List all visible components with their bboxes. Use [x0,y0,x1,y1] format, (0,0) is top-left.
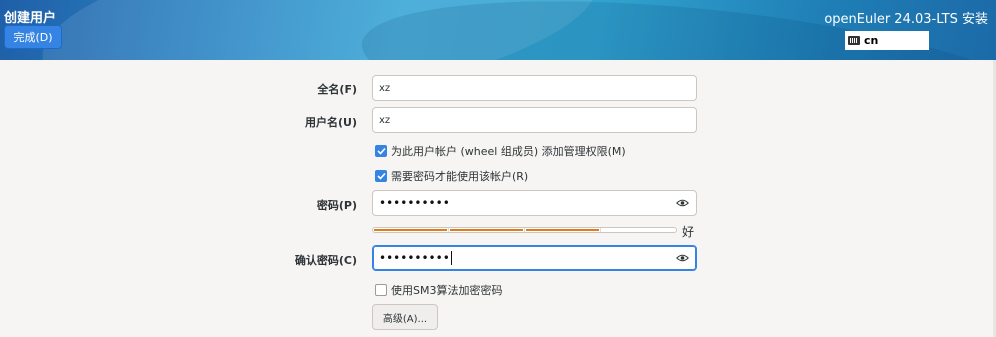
confirm-password-field[interactable]: •••••••••• [372,245,697,271]
admin-checkbox[interactable] [375,145,387,157]
require-password-checkbox-row[interactable]: 需要密码才能使用该帐户(R) [375,168,528,184]
sm3-checkbox[interactable] [375,284,387,296]
text-caret [450,251,452,265]
eye-icon[interactable] [676,253,689,263]
strength-segment [525,228,601,232]
username-value: xz [379,114,391,126]
username-label: 用户名(U) [305,116,357,129]
fullname-field[interactable]: xz [372,75,697,101]
header-bar: 创建用户 完成(D) openEuler 24.03-LTS 安装 cn [0,0,996,60]
strength-segment [373,228,449,232]
password-label: 密码(P) [316,199,357,212]
keyboard-layout-indicator[interactable]: cn [845,31,929,50]
eye-icon[interactable] [676,198,689,208]
done-button[interactable]: 完成(D) [4,25,62,49]
strength-segment [601,228,676,232]
fullname-label: 全名(F) [317,83,357,96]
password-field[interactable]: •••••••••• [372,190,697,216]
checkmark-icon [376,172,386,180]
spoke-title: 创建用户 [4,11,57,26]
product-title: openEuler 24.03-LTS 安装 [824,12,988,27]
keyboard-layout-label: cn [864,34,879,47]
require-password-checkbox-label: 需要密码才能使用该帐户(R) [391,170,529,183]
sm3-checkbox-row[interactable]: 使用SM3算法加密密码 [375,282,502,298]
admin-checkbox-label: 为此用户帐户 (wheel 组成员) 添加管理权限(M) [391,145,626,158]
keyboard-icon [848,36,860,45]
confirm-password-value: •••••••••• [379,251,450,265]
fullname-value: xz [379,82,391,94]
password-value: •••••••••• [379,196,450,210]
admin-checkbox-row[interactable]: 为此用户帐户 (wheel 组成员) 添加管理权限(M) [375,143,626,159]
confirm-password-label: 确认密码(C) [294,254,357,267]
require-password-checkbox[interactable] [375,170,387,182]
strength-segment [449,228,525,232]
password-strength-meter [372,227,677,233]
advanced-button[interactable]: 高级(A)... [372,304,438,330]
checkmark-icon [376,147,386,155]
username-field[interactable]: xz [372,107,697,133]
sm3-checkbox-label: 使用SM3算法加密密码 [391,284,503,297]
password-strength-label: 好 [682,225,695,239]
